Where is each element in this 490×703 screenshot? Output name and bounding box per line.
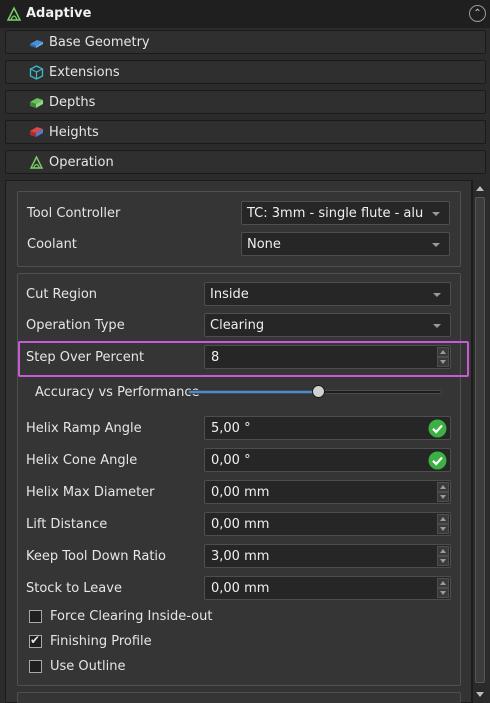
- operation-icon: [29, 155, 44, 169]
- stock-to-leave-value: 0,00 mm: [211, 581, 270, 596]
- accuracy-slider-handle[interactable]: [311, 385, 325, 398]
- use-outline-label: Use Outline: [50, 659, 126, 674]
- step-over-highlight: [18, 341, 469, 377]
- keep-tool-down-value: 3,00 mm: [211, 549, 270, 564]
- spin-up-button[interactable]: [437, 578, 449, 588]
- section-label: Extensions: [49, 65, 120, 80]
- stock-to-leave-label: Stock to Leave: [26, 581, 122, 596]
- operation-type-value: Clearing: [210, 318, 265, 333]
- finishing-profile-checkbox[interactable]: ✔: [29, 633, 42, 648]
- depths-icon: [30, 98, 43, 108]
- spin-down-button[interactable]: [437, 588, 449, 598]
- spin-down-button[interactable]: [437, 524, 449, 534]
- panel-title: Adaptive: [26, 6, 92, 21]
- lift-distance-label: Lift Distance: [26, 517, 108, 532]
- cut-region-label: Cut Region: [26, 287, 98, 302]
- coolant-label: Coolant: [27, 237, 77, 252]
- chevron-down-icon: [433, 293, 441, 297]
- coolant-select[interactable]: None: [241, 232, 450, 256]
- accuracy-label: Accuracy vs Performance: [35, 385, 200, 400]
- section-label: Operation: [49, 155, 114, 170]
- helix-max-input[interactable]: 0,00 mm: [204, 480, 451, 504]
- accuracy-slider-fill: [189, 391, 319, 393]
- helix-ramp-label: Helix Ramp Angle: [26, 421, 142, 436]
- checkmark-icon: ✔: [30, 633, 41, 647]
- stock-to-leave-input[interactable]: 0,00 mm: [204, 576, 451, 600]
- keep-tool-down-input[interactable]: 3,00 mm: [204, 544, 451, 568]
- lift-distance-value: 0,00 mm: [211, 517, 270, 532]
- section-label: Base Geometry: [49, 35, 150, 50]
- check-ok-icon: [428, 451, 447, 470]
- heights-icon: [30, 127, 43, 137]
- section-extensions[interactable]: Extensions: [5, 60, 486, 84]
- chevron-down-icon: [432, 212, 440, 216]
- section-depths[interactable]: Depths: [5, 90, 486, 114]
- section-heights[interactable]: Heights: [5, 120, 486, 144]
- helix-max-label: Helix Max Diameter: [26, 485, 155, 500]
- section-base-geometry[interactable]: Base Geometry: [5, 30, 486, 54]
- chevron-down-icon: [433, 324, 441, 328]
- force-clearing-label: Force Clearing Inside-out: [50, 609, 213, 624]
- operation-type-select[interactable]: Clearing: [204, 313, 451, 337]
- spin-down-button[interactable]: [437, 492, 449, 502]
- spin-up-button[interactable]: [437, 514, 449, 524]
- lift-distance-input[interactable]: 0,00 mm: [204, 512, 451, 536]
- section-label: Heights: [49, 125, 99, 140]
- force-clearing-checkbox[interactable]: [29, 610, 42, 623]
- title-bar: Adaptive ⌃: [0, 0, 490, 28]
- scroll-thumb[interactable]: [475, 197, 485, 683]
- section-operation[interactable]: Operation: [5, 150, 486, 174]
- helix-cone-label: Helix Cone Angle: [26, 453, 138, 468]
- scroll-up-icon[interactable]: [476, 186, 484, 191]
- helix-cone-input[interactable]: 0,00 °: [204, 448, 451, 472]
- next-group: [17, 692, 461, 703]
- section-label: Depths: [49, 95, 96, 110]
- operation-type-label: Operation Type: [26, 318, 125, 333]
- finishing-profile-label: Finishing Profile: [50, 634, 152, 649]
- check-ok-icon: [428, 419, 447, 438]
- helix-cone-value: 0,00 °: [211, 453, 251, 468]
- tool-controller-value: TC: 3mm - single flute - alu: [247, 206, 424, 221]
- spin-up-button[interactable]: [437, 546, 449, 556]
- cut-region-select[interactable]: Inside: [204, 282, 451, 306]
- double-chevron-up-icon: ⌃: [473, 7, 482, 19]
- cut-region-value: Inside: [210, 287, 249, 302]
- helix-max-value: 0,00 mm: [211, 485, 270, 500]
- tool-controller-select[interactable]: TC: 3mm - single flute - alu: [241, 201, 450, 225]
- base-geometry-icon: [30, 40, 43, 48]
- collapse-button[interactable]: ⌃: [469, 5, 486, 22]
- scroll-down-icon[interactable]: [476, 692, 484, 697]
- use-outline-checkbox[interactable]: [29, 660, 42, 673]
- adaptive-icon: [6, 6, 22, 21]
- spin-up-button[interactable]: [437, 482, 449, 492]
- helix-ramp-input[interactable]: 5,00 °: [204, 416, 451, 440]
- panel-scrollbar[interactable]: [472, 180, 486, 703]
- spin-down-button[interactable]: [437, 556, 449, 566]
- helix-ramp-value: 5,00 °: [211, 421, 251, 436]
- chevron-down-icon: [432, 243, 440, 247]
- tool-controller-label: Tool Controller: [27, 206, 121, 221]
- extensions-icon: [29, 65, 44, 80]
- keep-tool-down-label: Keep Tool Down Ratio: [26, 549, 166, 564]
- coolant-value: None: [247, 237, 281, 252]
